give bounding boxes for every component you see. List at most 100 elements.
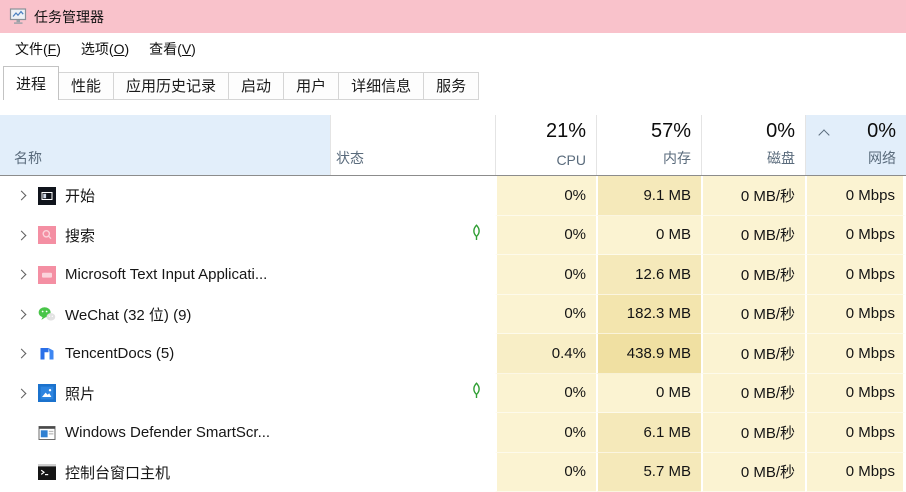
cpu-usage-cell[interactable]: 0% bbox=[495, 453, 596, 492]
disk-usage-cell[interactable]: 0 MB/秒 bbox=[701, 255, 805, 295]
disk-usage-cell[interactable]: 0 MB/秒 bbox=[701, 216, 805, 256]
tab-0[interactable]: 进程 bbox=[3, 66, 59, 100]
task-manager-window: 任务管理器 文件(F) 选项(O) 查看(V) 进程性能应用历史记录启动用户详细信息… bbox=[0, 0, 906, 492]
disk-column-label: 磁盘 bbox=[767, 148, 795, 168]
cpu-usage-cell[interactable]: 0% bbox=[495, 255, 596, 295]
search-icon bbox=[38, 226, 56, 244]
memory-usage-cell[interactable]: 0 MB bbox=[596, 374, 701, 414]
memory-usage-cell[interactable]: 6.1 MB bbox=[596, 413, 701, 453]
network-usage-cell[interactable]: 0 Mbps bbox=[805, 334, 906, 374]
menu-item-2[interactable]: 查看(V) bbox=[143, 35, 202, 63]
process-name-cell[interactable]: WeChat (32 位) (9) bbox=[0, 295, 330, 335]
status-cell[interactable] bbox=[330, 176, 495, 216]
tab-4[interactable]: 用户 bbox=[284, 72, 339, 100]
status-cell[interactable] bbox=[330, 216, 495, 256]
expand-chevron-icon[interactable] bbox=[12, 390, 38, 397]
window-title: 任务管理器 bbox=[34, 7, 104, 27]
network-column-label: 网络 bbox=[868, 148, 896, 168]
tab-1[interactable]: 性能 bbox=[59, 72, 114, 100]
name-column-label: 名称 bbox=[14, 148, 42, 168]
process-row-0[interactable]: 开始 0%9.1 MB0 MB/秒0 Mbps bbox=[0, 176, 906, 216]
disk-usage-cell[interactable]: 0 MB/秒 bbox=[701, 374, 805, 414]
status-cell[interactable] bbox=[330, 334, 495, 374]
cpu-usage-cell[interactable]: 0% bbox=[495, 295, 596, 335]
disk-usage-cell[interactable]: 0 MB/秒 bbox=[701, 453, 805, 492]
network-usage-cell[interactable]: 0 Mbps bbox=[805, 216, 906, 256]
tab-5[interactable]: 详细信息 bbox=[339, 72, 424, 100]
column-header-disk[interactable]: 0% 磁盘 bbox=[701, 115, 805, 175]
expand-chevron-icon[interactable] bbox=[12, 232, 38, 239]
disk-usage-cell[interactable]: 0 MB/秒 bbox=[701, 334, 805, 374]
process-name-cell[interactable]: Microsoft Text Input Applicati... bbox=[0, 255, 330, 295]
network-usage-cell[interactable]: 0 Mbps bbox=[805, 295, 906, 335]
menu-bar: 文件(F) 选项(O) 查看(V) bbox=[0, 33, 906, 64]
process-name-cell[interactable]: 搜索 bbox=[0, 216, 330, 256]
network-total-usage: 0% bbox=[867, 120, 896, 143]
process-row-2[interactable]: Microsoft Text Input Applicati... 0%12.6 … bbox=[0, 255, 906, 295]
process-name: 照片 bbox=[65, 383, 95, 404]
status-cell[interactable] bbox=[330, 413, 495, 453]
process-name-cell[interactable]: TencentDocs (5) bbox=[0, 334, 330, 374]
expand-chevron-icon[interactable] bbox=[12, 311, 38, 318]
memory-usage-cell[interactable]: 438.9 MB bbox=[596, 334, 701, 374]
status-column-label: 状态 bbox=[336, 148, 364, 168]
process-row-3[interactable]: WeChat (32 位) (9) 0%182.3 MB0 MB/秒0 Mbps bbox=[0, 295, 906, 335]
expand-chevron-icon[interactable] bbox=[12, 350, 38, 357]
cpu-usage-cell[interactable]: 0.4% bbox=[495, 334, 596, 374]
tencent-docs-icon bbox=[38, 345, 56, 363]
process-name-cell[interactable]: Windows Defender SmartScr... bbox=[0, 413, 330, 453]
column-header-network[interactable]: 0% 网络 bbox=[805, 115, 906, 175]
status-cell[interactable] bbox=[330, 374, 495, 414]
disk-usage-cell[interactable]: 0 MB/秒 bbox=[701, 295, 805, 335]
process-row-5[interactable]: 照片 0%0 MB0 MB/秒0 Mbps bbox=[0, 374, 906, 414]
status-cell[interactable] bbox=[330, 453, 495, 492]
menu-item-0[interactable]: 文件(F) bbox=[9, 35, 67, 63]
status-cell[interactable] bbox=[330, 295, 495, 335]
memory-usage-cell[interactable]: 12.6 MB bbox=[596, 255, 701, 295]
memory-column-label: 内存 bbox=[663, 148, 691, 168]
network-usage-cell[interactable]: 0 Mbps bbox=[805, 413, 906, 453]
cpu-usage-cell[interactable]: 0% bbox=[495, 374, 596, 414]
network-usage-cell[interactable]: 0 Mbps bbox=[805, 453, 906, 492]
tab-6[interactable]: 服务 bbox=[424, 72, 479, 100]
wechat-icon bbox=[38, 305, 56, 323]
process-name-cell[interactable]: 照片 bbox=[0, 374, 330, 414]
process-name-cell[interactable]: 控制台窗口主机 bbox=[0, 453, 330, 492]
network-usage-cell[interactable]: 0 Mbps bbox=[805, 176, 906, 216]
cpu-usage-cell[interactable]: 0% bbox=[495, 413, 596, 453]
network-usage-cell[interactable]: 0 Mbps bbox=[805, 255, 906, 295]
process-row-1[interactable]: 搜索 0%0 MB0 MB/秒0 Mbps bbox=[0, 216, 906, 256]
defender-icon bbox=[38, 424, 56, 442]
cpu-usage-cell[interactable]: 0% bbox=[495, 216, 596, 256]
expand-chevron-icon[interactable] bbox=[12, 271, 38, 278]
process-row-6[interactable]: Windows Defender SmartScr... 0%6.1 MB0 MB… bbox=[0, 413, 906, 453]
disk-usage-cell[interactable]: 0 MB/秒 bbox=[701, 413, 805, 453]
tab-2[interactable]: 应用历史记录 bbox=[114, 72, 229, 100]
process-row-4[interactable]: TencentDocs (5) 0.4%438.9 MB0 MB/秒0 Mbps bbox=[0, 334, 906, 374]
expand-chevron-icon[interactable] bbox=[12, 192, 38, 199]
menu-item-1[interactable]: 选项(O) bbox=[75, 35, 135, 63]
memory-usage-cell[interactable]: 9.1 MB bbox=[596, 176, 701, 216]
process-name: 控制台窗口主机 bbox=[65, 462, 170, 483]
cpu-column-label: CPU bbox=[556, 152, 586, 168]
memory-usage-cell[interactable]: 0 MB bbox=[596, 216, 701, 256]
column-header-name[interactable]: 名称 bbox=[0, 115, 330, 175]
cpu-total-usage: 21% bbox=[546, 120, 586, 143]
title-bar[interactable]: 任务管理器 bbox=[0, 0, 906, 33]
column-header-status[interactable]: 状态 bbox=[330, 115, 495, 175]
cpu-usage-cell[interactable]: 0% bbox=[495, 176, 596, 216]
disk-usage-cell[interactable]: 0 MB/秒 bbox=[701, 176, 805, 216]
column-header-cpu[interactable]: 21% CPU bbox=[495, 115, 596, 175]
column-header-memory[interactable]: 57% 内存 bbox=[596, 115, 701, 175]
process-name-cell[interactable]: 开始 bbox=[0, 176, 330, 216]
memory-usage-cell[interactable]: 5.7 MB bbox=[596, 453, 701, 492]
console-icon bbox=[38, 463, 56, 481]
memory-total-usage: 57% bbox=[651, 120, 691, 143]
network-usage-cell[interactable]: 0 Mbps bbox=[805, 374, 906, 414]
memory-usage-cell[interactable]: 182.3 MB bbox=[596, 295, 701, 335]
status-cell[interactable] bbox=[330, 255, 495, 295]
process-row-7[interactable]: 控制台窗口主机 0%5.7 MB0 MB/秒0 Mbps bbox=[0, 453, 906, 492]
eco-leaf-icon bbox=[470, 224, 483, 246]
start-icon bbox=[38, 187, 56, 205]
tab-3[interactable]: 启动 bbox=[229, 72, 284, 100]
